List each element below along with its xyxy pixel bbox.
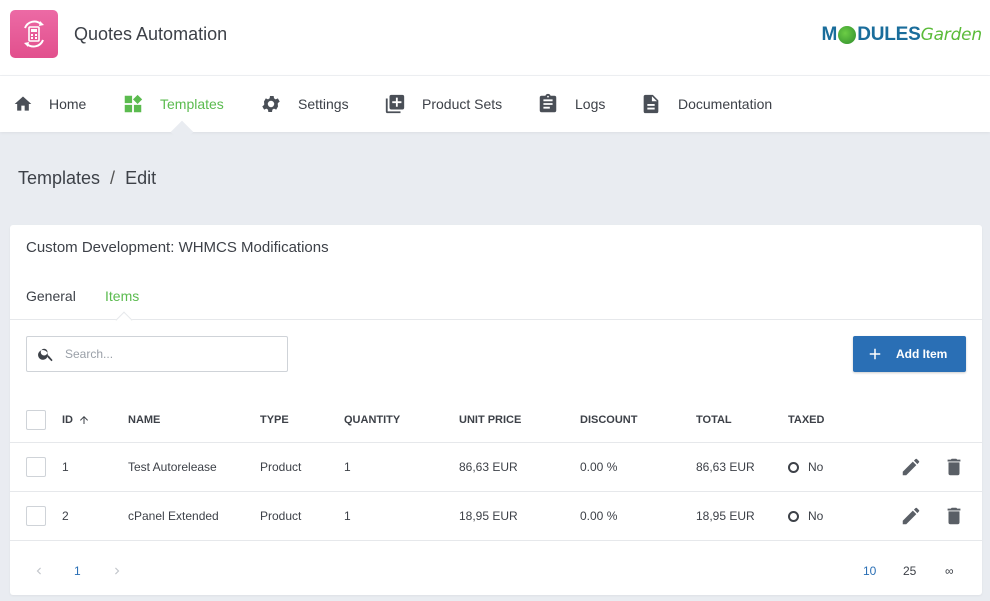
modulesgarden-logo: M DULES Garden [821, 24, 983, 45]
nav-item-product-sets[interactable]: Product Sets [384, 76, 502, 132]
tab-general[interactable]: General [26, 288, 76, 304]
cell-unit-price: 86,63 EUR [459, 460, 518, 474]
cell-total: 86,63 EUR [696, 460, 755, 474]
cell-type: Product [260, 509, 302, 523]
gear-icon [262, 96, 280, 112]
main-nav: Home Templates Settings Product Sets Log… [0, 76, 990, 132]
trash-icon[interactable] [943, 505, 965, 527]
breadcrumb-edit: Edit [125, 168, 157, 188]
templates-icon [124, 94, 143, 113]
breadcrumb-templates[interactable]: Templates [18, 168, 100, 188]
row-checkbox[interactable] [26, 506, 46, 526]
select-all-checkbox[interactable] [26, 409, 46, 430]
search-box[interactable] [26, 336, 288, 372]
search-icon [38, 348, 53, 362]
search-input[interactable] [65, 347, 265, 361]
cell-type: Product [260, 460, 302, 474]
radio-icon [788, 461, 799, 473]
nav-item-logs[interactable]: Logs [537, 76, 605, 132]
page-number-current[interactable]: 1 [74, 564, 81, 578]
template-card: Custom Development: WHMCS Modifications … [10, 225, 982, 595]
page-size-10[interactable]: 10 [863, 564, 876, 578]
nav-label: Product Sets [422, 96, 503, 112]
chevron-right-icon[interactable] [110, 564, 124, 578]
app-header: Quotes Automation M DULES Garden [0, 0, 990, 76]
column-header-id[interactable]: ID [62, 414, 90, 426]
edit-icon[interactable] [900, 505, 922, 527]
library-add-icon [385, 94, 405, 114]
cell-taxed: No [788, 509, 823, 523]
nav-label: Documentation [678, 96, 773, 112]
arrow-up-icon [80, 415, 88, 424]
table-row: 2 cPanel Extended Product 1 18,95 EUR 0.… [10, 492, 982, 541]
nav-item-documentation[interactable]: Documentation [640, 76, 772, 132]
nav-label: Settings [298, 96, 349, 112]
cell-unit-price: 18,95 EUR [459, 509, 518, 523]
column-header-quantity[interactable]: QUANTITY [344, 414, 400, 426]
edit-icon[interactable] [900, 456, 922, 478]
trash-icon[interactable] [943, 456, 965, 478]
table-row: 1 Test Autorelease Product 1 86,63 EUR 0… [10, 443, 982, 492]
globe-icon [838, 26, 857, 44]
pagination: 1 10 25 ∞ [10, 547, 982, 595]
column-header-total[interactable]: TOTAL [696, 414, 732, 426]
document-icon [643, 94, 659, 114]
column-header-unit-price[interactable]: UNIT PRICE [459, 414, 521, 426]
nav-label: Home [49, 96, 87, 112]
nav-label: Logs [575, 96, 606, 112]
page-size-all[interactable]: ∞ [945, 564, 954, 578]
breadcrumb: Templates / Edit [18, 168, 156, 189]
add-item-label: Add Item [896, 347, 948, 361]
column-header-taxed[interactable]: TAXED [788, 414, 824, 426]
clipboard-icon [539, 93, 557, 113]
cell-quantity: 1 [344, 460, 351, 474]
cell-id: 2 [62, 509, 69, 523]
cell-quantity: 1 [344, 509, 351, 523]
column-header-name[interactable]: NAME [128, 414, 160, 426]
nav-item-templates[interactable]: Templates [122, 76, 224, 132]
app-title: Quotes Automation [74, 24, 228, 44]
radio-icon [788, 510, 799, 522]
cell-id: 1 [62, 460, 69, 474]
tab-bar: General Items [10, 283, 982, 320]
nav-item-home[interactable]: Home [13, 76, 86, 132]
card-title: Custom Development: WHMCS Modifications [26, 239, 329, 256]
breadcrumb-separator: / [110, 168, 116, 188]
column-header-discount[interactable]: DISCOUNT [580, 414, 637, 426]
add-item-button[interactable]: Add Item [853, 336, 966, 372]
cell-total: 18,95 EUR [696, 509, 755, 523]
cell-discount: 0.00 % [580, 509, 618, 523]
cell-discount: 0.00 % [580, 460, 618, 474]
home-icon [14, 96, 32, 111]
cell-taxed: No [788, 460, 823, 474]
chevron-left-icon[interactable] [32, 564, 46, 578]
nav-item-settings[interactable]: Settings [260, 76, 349, 132]
page-size-25[interactable]: 25 [903, 564, 916, 578]
cell-name: cPanel Extended [128, 509, 219, 523]
nav-label: Templates [160, 96, 224, 112]
cell-name: Test Autorelease [128, 460, 217, 474]
row-checkbox[interactable] [26, 457, 46, 477]
tab-items[interactable]: Items [105, 288, 139, 304]
app-logo-icon [10, 10, 58, 58]
column-header-type[interactable]: TYPE [260, 414, 289, 426]
plus-icon [869, 348, 881, 360]
table-header: ID NAME TYPE QUANTITY UNIT PRICE DISCOUN… [10, 397, 982, 443]
